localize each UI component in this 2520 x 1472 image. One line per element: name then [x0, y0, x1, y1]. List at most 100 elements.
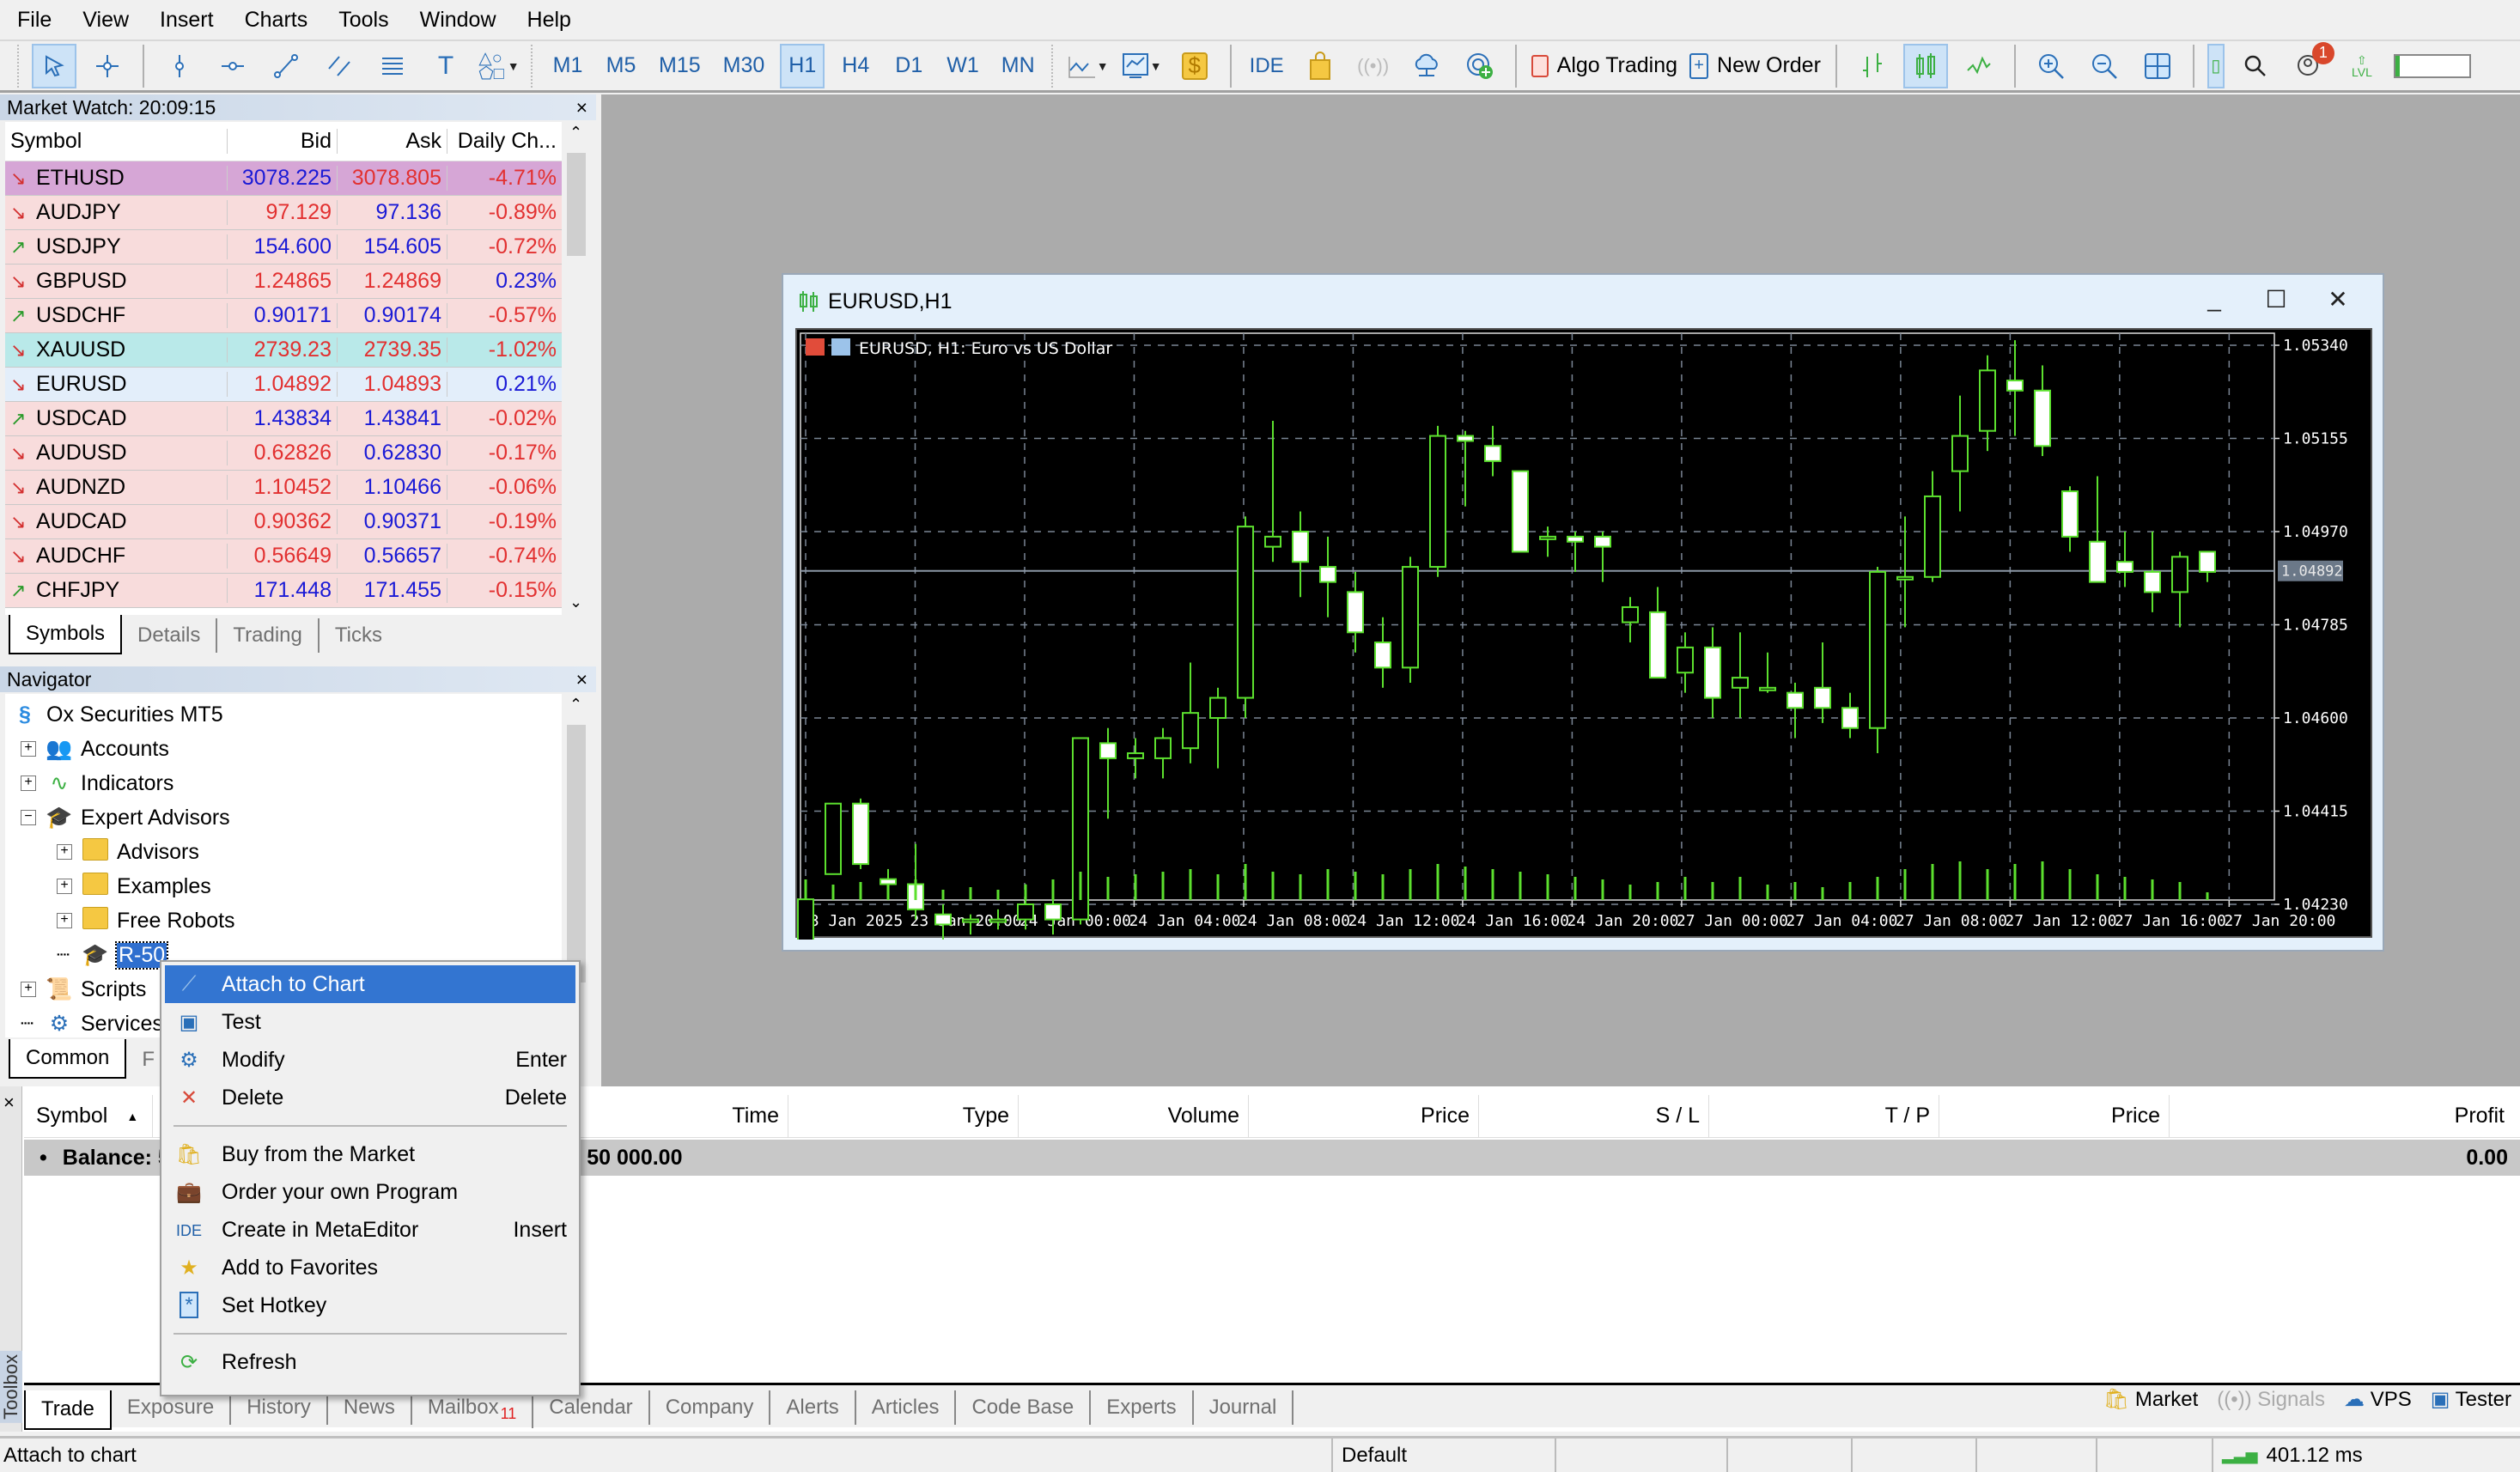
vps-button[interactable]: [1404, 44, 1449, 88]
timeframe-m5[interactable]: M5: [599, 44, 643, 88]
channel-button[interactable]: [317, 44, 362, 88]
tab-trading[interactable]: Trading: [217, 618, 320, 653]
menu-charts[interactable]: Charts: [234, 8, 329, 33]
scroll-up-icon[interactable]: ⌃: [569, 696, 582, 714]
trend-line-button[interactable]: [264, 44, 308, 88]
column-tp[interactable]: T / P: [1709, 1094, 1939, 1138]
market-watch-row[interactable]: ↗ USDJPY 154.600 154.605 -0.72%: [5, 230, 562, 265]
market-watch-row[interactable]: ↘ AUDCAD 0.90362 0.90371 -0.19%: [5, 505, 562, 539]
tab-journal[interactable]: Journal: [1194, 1390, 1294, 1425]
shapes-button[interactable]: △○ ⬠□ ▼: [477, 44, 521, 88]
toolbar-grip[interactable]: [17, 44, 22, 88]
tree-item[interactable]: + 👥 Accounts: [21, 732, 169, 766]
chart-window-title-bar[interactable]: EURUSD,H1 _ ☐ ✕: [783, 275, 2383, 328]
close-icon[interactable]: ×: [576, 96, 587, 119]
ide-button[interactable]: IDE: [1245, 44, 1289, 88]
tab-alerts[interactable]: Alerts: [770, 1390, 856, 1425]
menu-window[interactable]: Window: [410, 8, 517, 33]
menu-item-set-hotkey[interactable]: * Set Hotkey: [165, 1286, 575, 1324]
zoom-in-button[interactable]: [2029, 44, 2073, 88]
algo-trading-button[interactable]: Algo Trading: [1530, 44, 1679, 88]
toolbar-grip[interactable]: [1050, 44, 1056, 88]
market-watch-row[interactable]: ↗ CHFJPY 171.448 171.455 -0.15%: [5, 574, 562, 608]
horizontal-line-button[interactable]: [210, 44, 255, 88]
tab-ticks[interactable]: Ticks: [320, 618, 398, 653]
market-watch-row[interactable]: ↘ XAUUSD 2739.23 2739.35 -1.02%: [5, 333, 562, 368]
timeframe-h1[interactable]: H1: [780, 43, 825, 88]
market-watch-row[interactable]: ↘ AUDCHF 0.56649 0.56657 -0.74%: [5, 539, 562, 574]
collapse-icon[interactable]: −: [21, 810, 36, 825]
timeframe-m15[interactable]: M15: [652, 44, 708, 88]
timeframe-h4[interactable]: H4: [833, 44, 878, 88]
menu-insert[interactable]: Insert: [149, 8, 234, 33]
chart-templates-button[interactable]: ▼: [1119, 44, 1164, 88]
close-icon[interactable]: ✕: [2321, 285, 2355, 313]
column-profit[interactable]: Profit: [2170, 1095, 2513, 1138]
tab-experts[interactable]: Experts: [1091, 1390, 1194, 1425]
menu-item-attach-to-chart[interactable]: ⟋ Attach to Chart: [165, 965, 575, 1003]
candlestick-chart-svg[interactable]: 1.05340 1.05155 1.04970 1.04785 1.04600 1.044…: [797, 330, 2374, 1194]
new-order-button[interactable]: + New Order: [1688, 44, 1823, 88]
scrollbar-thumb[interactable]: [567, 725, 586, 982]
line-chart-button[interactable]: [1957, 44, 2001, 88]
vps-link[interactable]: ☁ VPS: [2344, 1387, 2412, 1412]
cursor-tool-button[interactable]: [32, 43, 76, 88]
timeframe-d1[interactable]: D1: [886, 44, 931, 88]
bar-chart-button[interactable]: [1850, 44, 1895, 88]
vertical-line-button[interactable]: [157, 44, 202, 88]
timeframe-mn[interactable]: MN: [995, 44, 1042, 88]
close-icon[interactable]: ×: [576, 668, 587, 691]
tab-code-base[interactable]: Code Base: [956, 1390, 1092, 1425]
column-current-price[interactable]: Price: [1939, 1094, 2170, 1138]
maximize-icon[interactable]: ☐: [2259, 285, 2293, 313]
menu-item-refresh[interactable]: ⟳ Refresh: [165, 1343, 575, 1381]
indicators-button[interactable]: ▼: [1066, 44, 1111, 88]
column-bid[interactable]: Bid: [227, 129, 337, 154]
column-type[interactable]: Type: [788, 1094, 1019, 1138]
tab-details[interactable]: Details: [122, 618, 218, 653]
column-symbol[interactable]: Symbol: [5, 129, 227, 154]
column-ask[interactable]: Ask: [337, 129, 447, 154]
connection-status[interactable]: ▂▃▅ 401.12 ms: [2212, 1438, 2383, 1472]
tree-item[interactable]: ┈ ⚙ Services: [21, 1007, 163, 1037]
tree-item[interactable]: + Examples: [57, 869, 211, 903]
deposit-button[interactable]: $: [1172, 44, 1217, 88]
scroll-up-icon[interactable]: ⌃: [569, 124, 582, 142]
expand-icon[interactable]: +: [21, 741, 36, 757]
market-watch-row[interactable]: ↘ ETHUSD 3078.225 3078.805 -4.71%: [5, 161, 562, 196]
menu-item-create-in-metaeditor[interactable]: IDE Create in MetaEditor Insert: [165, 1211, 575, 1249]
community-button[interactable]: 1: [2286, 41, 2334, 88]
tree-item[interactable]: − 🎓 Expert Advisors: [21, 800, 230, 835]
menu-item-order-your-own-program[interactable]: 💼 Order your own Program: [165, 1173, 575, 1211]
menu-file[interactable]: File: [7, 8, 72, 33]
scroll-down-icon[interactable]: ⌄: [569, 593, 582, 611]
tab-common[interactable]: Common: [9, 1039, 127, 1079]
market-watch-row[interactable]: ↘ EURUSD 1.04892 1.04893 0.21%: [5, 368, 562, 402]
expand-icon[interactable]: +: [57, 913, 72, 928]
menu-item-modify[interactable]: ⚙ Modify Enter: [165, 1041, 575, 1079]
expand-icon[interactable]: +: [21, 776, 36, 791]
tile-windows-button[interactable]: [2135, 44, 2180, 88]
menu-item-test[interactable]: ▣ Test: [165, 1003, 575, 1041]
close-icon[interactable]: ×: [3, 1092, 15, 1114]
search-button[interactable]: [2233, 44, 2278, 88]
tab-company[interactable]: Company: [650, 1390, 771, 1425]
market-watch-row[interactable]: ↘ AUDJPY 97.129 97.136 -0.89%: [5, 196, 562, 230]
market-watch-scrollbar[interactable]: ⌃ ⌄: [563, 122, 589, 615]
market-button[interactable]: [1298, 44, 1342, 88]
menu-item-delete[interactable]: ✕ Delete Delete: [165, 1079, 575, 1116]
expand-icon[interactable]: +: [57, 879, 72, 894]
lvl-button[interactable]: ⇧ LVL: [2340, 44, 2384, 88]
market-watch-row[interactable]: ↘ GBPUSD 1.24865 1.24869 0.23%: [5, 265, 562, 299]
menu-item-add-to-favorites[interactable]: ★ Add to Favorites: [165, 1249, 575, 1286]
menu-tools[interactable]: Tools: [328, 8, 409, 33]
signals-link[interactable]: ((•)) Signals: [2217, 1388, 2325, 1412]
menu-view[interactable]: View: [72, 8, 149, 33]
market-link[interactable]: 🛍 Market: [2103, 1387, 2199, 1412]
chart-shift-button[interactable]: ▯: [2207, 43, 2225, 88]
column-daily-change[interactable]: Daily Ch...: [447, 129, 562, 154]
tab-trade[interactable]: Trade: [24, 1390, 112, 1430]
tree-root[interactable]: § Ox Securities MT5: [10, 697, 223, 732]
signals-button[interactable]: ((•)): [1351, 44, 1396, 88]
scrollbar-thumb[interactable]: [567, 153, 586, 256]
